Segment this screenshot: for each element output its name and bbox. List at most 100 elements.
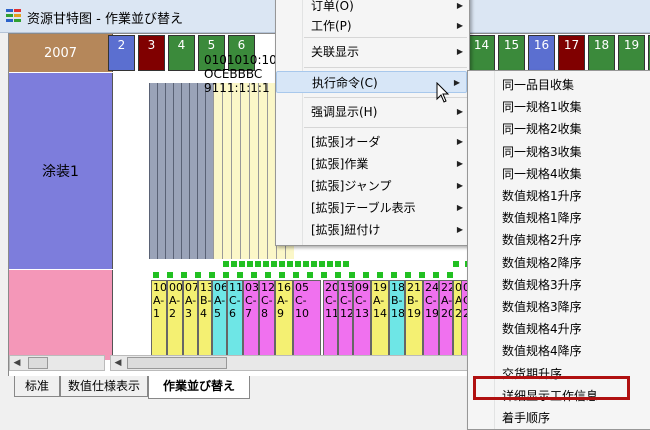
submenu-item[interactable]: 同一规格1收集 bbox=[468, 96, 650, 118]
task-block[interactable]: 16 A- 9 bbox=[275, 280, 293, 360]
schedule-bar[interactable] bbox=[213, 83, 222, 259]
submenu-item[interactable]: 数值规格4降序 bbox=[468, 340, 650, 362]
task-block[interactable]: 18 B- 18 bbox=[389, 280, 405, 360]
submenu-item[interactable]: 同一品目收集 bbox=[468, 74, 650, 96]
submenu-item[interactable]: 同一规格3收集 bbox=[468, 141, 650, 163]
tab-standard[interactable]: 标准 bbox=[14, 376, 60, 397]
submenu-item[interactable]: 同一规格2收集 bbox=[468, 118, 650, 140]
submenu-arrow-icon: ▶ bbox=[456, 203, 463, 212]
task-block[interactable]: 06 A- 5 bbox=[212, 280, 227, 360]
tab-work-sort[interactable]: 作業並び替え bbox=[148, 376, 250, 399]
menu-item-label: [拡張]作業 bbox=[311, 157, 369, 171]
menu-item-label: [拡張]テーブル表示 bbox=[311, 201, 416, 215]
schedule-bar[interactable] bbox=[222, 83, 231, 259]
submenu-item[interactable]: 同一规格4收集 bbox=[468, 163, 650, 185]
submenu-arrow-icon: ▶ bbox=[456, 181, 463, 190]
tab-spec-display[interactable]: 数值仕様表示 bbox=[60, 376, 148, 397]
link-marker bbox=[349, 272, 355, 278]
menu-item[interactable]: 工作(P) ▶ bbox=[276, 15, 469, 37]
scroll-thumb[interactable] bbox=[127, 357, 227, 369]
menu-item-label: 强调显示(H) bbox=[311, 105, 378, 119]
resource-label[interactable]: 涂装1 bbox=[9, 73, 113, 269]
task-block[interactable]: 03 C- 7 bbox=[243, 280, 259, 360]
schedule-bar[interactable] bbox=[189, 83, 197, 259]
link-marker bbox=[391, 272, 397, 278]
menu-separator bbox=[304, 67, 467, 68]
submenu-item[interactable]: 数值规格3降序 bbox=[468, 296, 650, 318]
schedule-bar[interactable] bbox=[205, 83, 213, 259]
schedule-bar[interactable] bbox=[197, 83, 205, 259]
task-block[interactable]: 21 B- 19 bbox=[405, 280, 423, 360]
link-marker bbox=[303, 261, 309, 267]
horizontal-scrollbar-left[interactable]: ◀ bbox=[9, 355, 105, 371]
schedule-bar[interactable] bbox=[181, 83, 189, 259]
submenu-item[interactable]: 数值规格2升序 bbox=[468, 229, 650, 251]
menu-item[interactable]: 关联显示 ▶ bbox=[276, 41, 469, 63]
task-block[interactable]: 24 C- 19 bbox=[423, 280, 439, 360]
submenu-item[interactable]: 数值规格1降序 bbox=[468, 207, 650, 229]
link-marker bbox=[335, 261, 341, 267]
task-block[interactable]: 07 A- 3 bbox=[183, 280, 198, 360]
menu-item[interactable]: [拡張]作業 ▶ bbox=[276, 153, 469, 175]
submenu-arrow-icon: ▶ bbox=[453, 78, 460, 87]
task-block[interactable]: 09 C- 13 bbox=[353, 280, 371, 360]
link-marker bbox=[265, 272, 271, 278]
menu-item-label: [拡張]紐付け bbox=[311, 223, 381, 237]
link-marker bbox=[363, 272, 369, 278]
task-block[interactable]: 15 C- 12 bbox=[338, 280, 353, 360]
schedule-bar[interactable] bbox=[258, 83, 267, 259]
schedule-bar[interactable] bbox=[149, 83, 157, 259]
link-marker bbox=[327, 261, 333, 267]
window-title: 资源甘特图 - 作業並び替え bbox=[27, 12, 183, 27]
task-block[interactable]: 12 C- 8 bbox=[259, 280, 275, 360]
link-marker bbox=[153, 272, 159, 278]
submenu-item[interactable]: 数值规格3升序 bbox=[468, 274, 650, 296]
task-block[interactable]: 11 C- 6 bbox=[227, 280, 243, 360]
menu-item[interactable]: [拡張]テーブル表示 ▶ bbox=[276, 197, 469, 219]
link-marker bbox=[335, 272, 341, 278]
submenu-item[interactable]: 着手顺序 bbox=[468, 407, 650, 429]
day-cell[interactable]: 14 bbox=[468, 35, 495, 71]
submenu-item[interactable]: 数值规格1升序 bbox=[468, 185, 650, 207]
day-cell[interactable]: 15 bbox=[498, 35, 525, 71]
task-block[interactable]: 13 B- 4 bbox=[198, 280, 212, 360]
task-block[interactable]: 00 A- 2 bbox=[167, 280, 183, 360]
menu-item[interactable]: [拡張]オーダ ▶ bbox=[276, 131, 469, 153]
task-block[interactable]: 22 A- 20 bbox=[439, 280, 453, 360]
schedule-bar[interactable] bbox=[173, 83, 181, 259]
schedule-bar[interactable] bbox=[165, 83, 173, 259]
day-cell[interactable]: 18 bbox=[588, 35, 615, 71]
day-cell[interactable]: 17 bbox=[558, 35, 585, 71]
link-marker bbox=[279, 261, 285, 267]
link-marker bbox=[319, 261, 325, 267]
scroll-thumb[interactable] bbox=[28, 357, 48, 369]
day-cell[interactable]: 3 bbox=[138, 35, 165, 71]
task-block[interactable]: 10 A- 1 bbox=[151, 280, 167, 360]
menu-item[interactable]: [拡張]ジャンプ ▶ bbox=[276, 175, 469, 197]
submenu-item[interactable]: 数值规格4升序 bbox=[468, 318, 650, 340]
link-marker bbox=[231, 261, 237, 267]
resource-label-2[interactable] bbox=[9, 270, 113, 360]
menu-item[interactable]: 强调显示(H) ▶ bbox=[276, 101, 469, 123]
scroll-left-icon[interactable]: ◀ bbox=[10, 356, 24, 370]
task-block[interactable]: 19 A- 14 bbox=[371, 280, 389, 360]
task-block[interactable]: 20 C- 11 bbox=[323, 280, 338, 360]
menu-item[interactable]: [拡張]紐付け ▶ bbox=[276, 219, 469, 241]
day-cell[interactable]: 4 bbox=[168, 35, 195, 71]
submenu-arrow-icon: ▶ bbox=[456, 47, 463, 56]
link-marker bbox=[447, 272, 453, 278]
link-marker bbox=[321, 272, 327, 278]
scroll-left-icon[interactable]: ◀ bbox=[111, 356, 125, 370]
day-cell[interactable]: 16 bbox=[528, 35, 555, 71]
day-cell[interactable]: 19 bbox=[618, 35, 645, 71]
link-marker bbox=[255, 261, 261, 267]
schedule-bar[interactable] bbox=[157, 83, 165, 259]
schedule-bar[interactable] bbox=[240, 83, 249, 259]
schedule-bar[interactable] bbox=[249, 83, 258, 259]
day-cell[interactable]: 2 bbox=[108, 35, 135, 71]
task-block[interactable]: 05 C- 10 bbox=[293, 280, 321, 360]
submenu-arrow-icon: ▶ bbox=[456, 107, 463, 116]
submenu-item[interactable]: 数值规格2降序 bbox=[468, 252, 650, 274]
schedule-bar[interactable] bbox=[231, 83, 240, 259]
context-menu: 订单(O) ▶ 工作(P) ▶ 关联显示 ▶ 执行命令(C) ▶ 强调显示(H) ▶ [拡張]オーダ… bbox=[275, 0, 470, 246]
